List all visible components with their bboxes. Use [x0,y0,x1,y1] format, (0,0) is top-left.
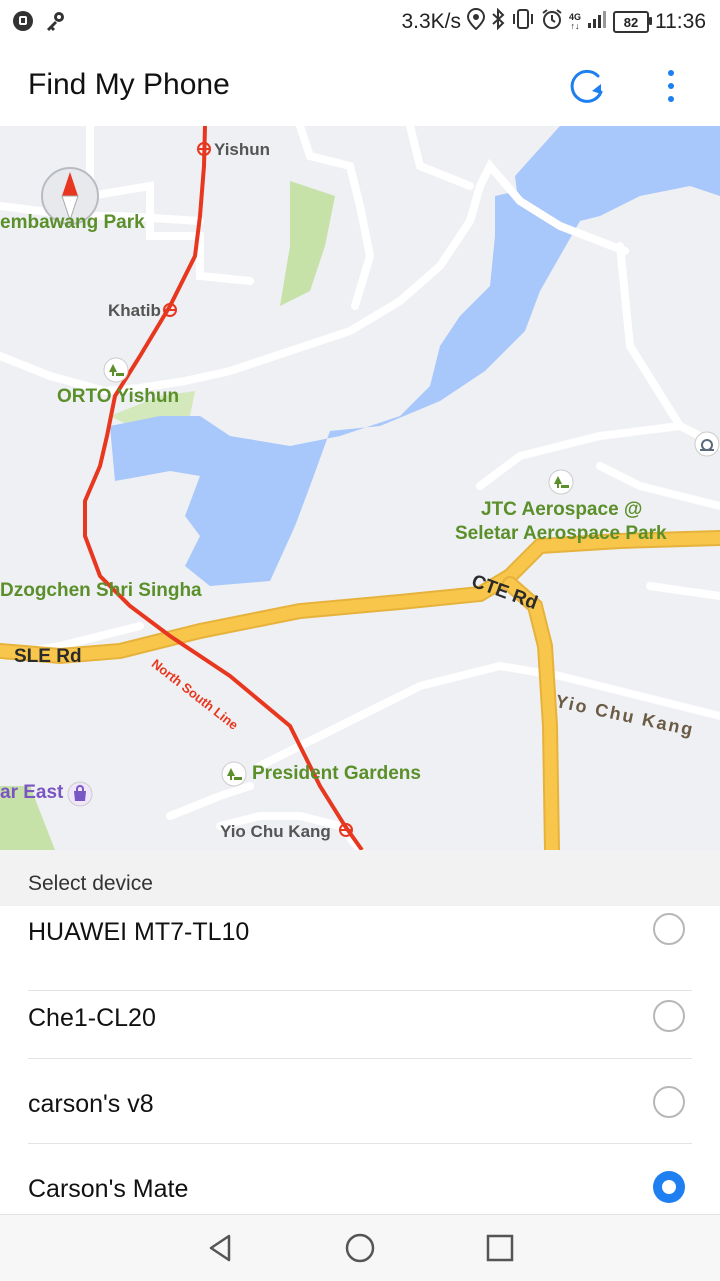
map-label-president-gardens: President Gardens [252,763,421,784]
home-icon [345,1233,375,1263]
map-label-east: ar East [0,782,64,803]
map-label-jtc-aerospace: JTC Aerospace @ [481,499,643,520]
map-label-dzogchen: Dzogchen Shri Singha [0,580,202,601]
map-label-khatib: Khatib [108,301,161,320]
back-icon [209,1234,231,1262]
map-label-yishun: Yishun [214,140,271,159]
navigation-bar [0,1214,720,1281]
location-icon [466,7,485,36]
app-notification-icon [12,10,34,37]
network-type-icon: 4G ↑↓ [568,12,581,31]
device-label: HUAWEI MT7-TL10 [28,918,250,946]
map-view[interactable]: Yishun embawang Park Khatib ORTO Yishun … [0,126,720,850]
section-title: Select device [28,872,153,895]
map-label-sembawang-park: embawang Park [0,212,145,233]
device-radio[interactable] [653,1086,685,1118]
device-label: Carson's Mate [28,1175,189,1203]
status-bar: 3.3K/s 4G ↑↓ 82 11:36 [0,0,720,44]
back-button[interactable] [203,1231,237,1265]
select-device-header: Select device [0,850,720,906]
map-label-sle-rd: SLE Rd [14,646,82,667]
more-vertical-icon [668,70,674,102]
device-item-che1[interactable]: Che1-CL20 [0,974,720,1059]
device-radio[interactable] [653,913,685,945]
network-speed: 3.3K/s [401,10,461,33]
vibrate-icon [511,8,535,36]
home-button[interactable] [343,1231,377,1265]
alarm-icon [541,8,563,36]
refresh-icon [570,69,603,103]
map-canvas [0,126,720,850]
recents-icon [486,1234,514,1262]
key-icon [44,10,66,37]
battery-icon: 82 [613,11,652,33]
device-label: Che1-CL20 [28,1004,156,1032]
signal-icon [587,9,607,35]
app-bar: Find My Phone [0,44,720,126]
bluetooth-icon [491,7,505,36]
device-label: carson's v8 [28,1090,154,1118]
more-options-button[interactable] [655,64,687,108]
device-item-carsons-v8[interactable]: carson's v8 [0,1059,720,1144]
map-label-seletar-aerospace-park: Seletar Aerospace Park [455,523,667,544]
page-title: Find My Phone [28,68,230,101]
map-label-orto-yishun: ORTO Yishun [57,386,180,407]
recents-button[interactable] [483,1231,517,1265]
device-radio[interactable] [653,1000,685,1032]
clock: 11:36 [655,10,706,33]
device-radio-selected[interactable] [653,1171,685,1203]
map-label-yio-chu-kang-station: Yio Chu Kang [220,822,331,841]
refresh-button[interactable] [565,64,609,108]
